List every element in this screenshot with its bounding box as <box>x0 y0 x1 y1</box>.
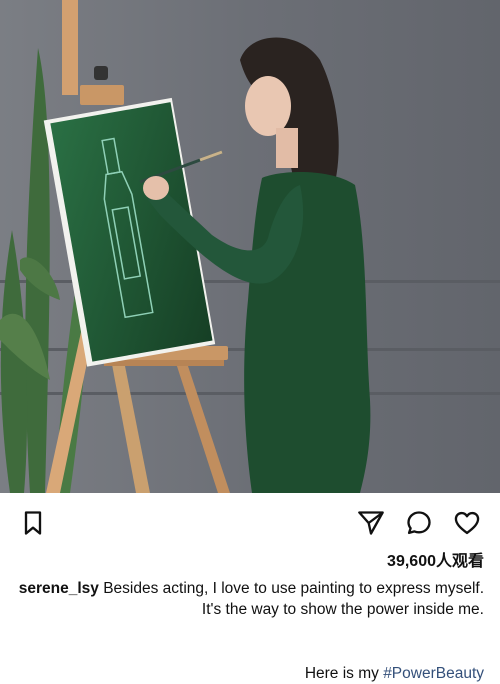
send-icon-glyph <box>358 511 384 535</box>
caption-username[interactable]: serene_lsy <box>19 580 99 597</box>
post-caption: serene_lsy Besides acting, I love to use… <box>16 578 484 620</box>
post-action-bar <box>0 500 500 544</box>
post-view: 39,600人观看 serene_lsy Besides acting, I l… <box>0 0 500 683</box>
bookmark-icon-glyph <box>24 511 42 535</box>
hashtag-line: Here is my #PowerBeauty <box>16 663 484 684</box>
heart-icon-glyph <box>454 511 480 535</box>
heart-icon[interactable] <box>452 508 482 538</box>
bookmark-icon[interactable] <box>18 508 48 538</box>
hashtag-link[interactable]: #PowerBeauty <box>383 665 484 682</box>
caption-text-2: It's the way to show the power inside me… <box>201 601 484 618</box>
caption-line-1: serene_lsy Besides acting, I love to use… <box>16 578 484 599</box>
post-photo[interactable] <box>0 0 500 493</box>
hashtag-prefix: Here is my <box>304 665 384 682</box>
comment-icon-glyph <box>407 511 431 535</box>
painting-scene-illustration <box>0 0 500 493</box>
comment-icon[interactable] <box>404 508 434 538</box>
caption-text-1: Besides acting, I love to use painting t… <box>103 580 484 597</box>
send-icon[interactable] <box>356 508 386 538</box>
view-count: 39,600人观看 <box>387 553 484 570</box>
